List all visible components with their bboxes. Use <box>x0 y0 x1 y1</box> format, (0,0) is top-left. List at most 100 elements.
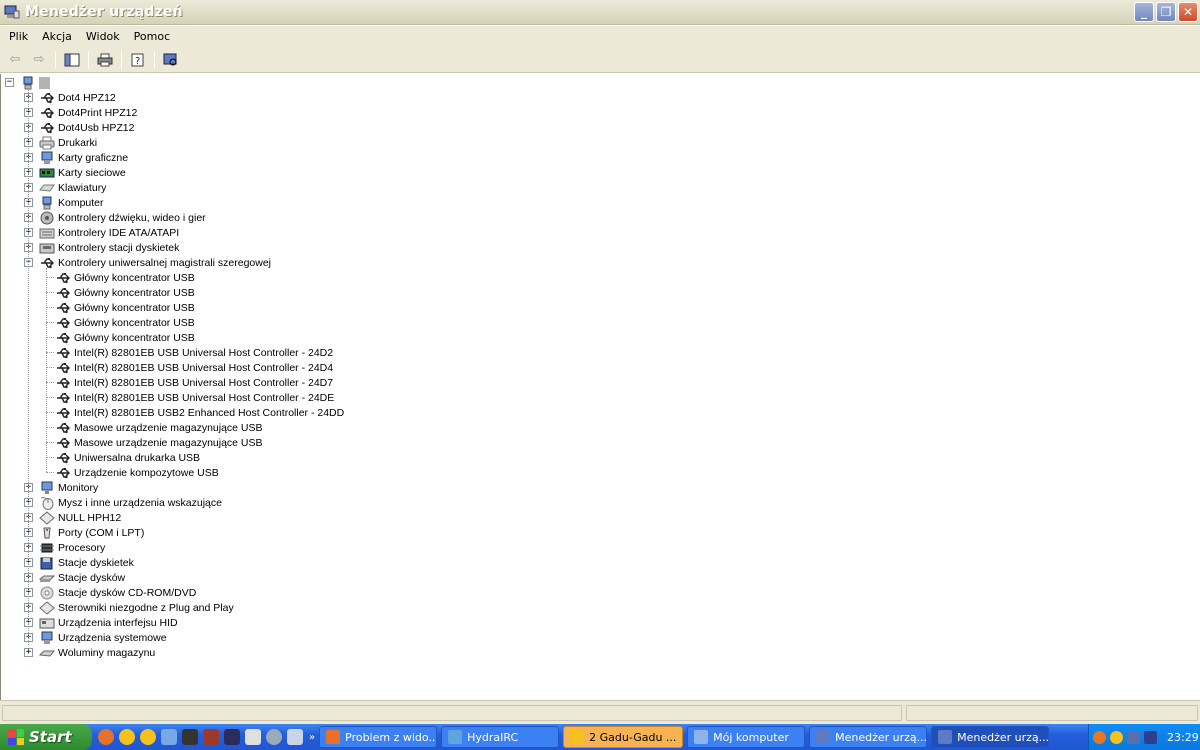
category-label: Kontrolery dźwięku, wideo i gier <box>58 211 206 224</box>
tree-category[interactable]: + Urządzenia systemowe <box>24 630 167 645</box>
close-button[interactable]: ✕ <box>1178 2 1198 22</box>
tree-connector <box>46 367 54 368</box>
tree-device[interactable]: Intel(R) 82801EB USB Universal Host Cont… <box>55 375 333 390</box>
taskbar-button[interactable]: Problem z wido... <box>319 726 438 748</box>
tree-device[interactable]: Masowe urządzenie magazynujące USB <box>55 420 263 435</box>
tree-connector <box>46 457 54 458</box>
tree-category[interactable]: + Mysz i inne urządzenia wskazujące <box>24 495 222 510</box>
status-bar <box>0 700 1200 724</box>
tree-device[interactable]: Główny koncentrator USB <box>55 330 195 345</box>
tree-device[interactable]: Masowe urządzenie magazynujące USB <box>55 435 263 450</box>
tree-connector <box>28 85 29 645</box>
minimize-button[interactable]: _ <box>1134 2 1154 22</box>
usb-icon <box>55 271 71 285</box>
tree-category[interactable]: + Karty sieciowe <box>24 165 126 180</box>
tree-category[interactable]: + Sterowniki niezgodne z Plug and Play <box>24 600 234 615</box>
start-button[interactable]: Start <box>0 724 92 750</box>
taskbar-button[interactable]: Menedżer urzą... <box>809 726 928 748</box>
gadu-gadu-icon[interactable] <box>140 729 156 745</box>
menu-file[interactable]: Plik <box>2 30 35 43</box>
tree-category[interactable]: + Kontrolery stacji dyskietek <box>24 240 179 255</box>
monitor-icon <box>39 481 55 495</box>
gadu-gadu-icon[interactable] <box>1110 730 1123 744</box>
taskbar-button[interactable]: HydraIRC <box>441 726 560 748</box>
tree-category[interactable]: + Kontrolery dźwięku, wideo i gier <box>24 210 206 225</box>
expand-icon[interactable]: + <box>24 648 33 657</box>
shield-icon[interactable] <box>1144 730 1157 744</box>
tree-device[interactable]: Intel(R) 82801EB USB Universal Host Cont… <box>55 390 334 405</box>
tree-device[interactable]: Intel(R) 82801EB USB Universal Host Cont… <box>55 345 333 360</box>
tree-category[interactable]: + Procesory <box>24 540 105 555</box>
tree-category[interactable]: + Komputer <box>24 195 104 210</box>
tree-category[interactable]: + Stacje dysków <box>24 570 125 585</box>
show-desktop-icon[interactable] <box>245 729 261 745</box>
chevron-right-icon[interactable]: » <box>309 732 315 743</box>
tree-category[interactable]: + Dot4Usb HPZ12 <box>24 120 134 135</box>
app-icon[interactable] <box>203 729 219 745</box>
chevron-left-icon[interactable] <box>1093 730 1106 744</box>
title-bar[interactable]: Menedżer urządzeń _ ❐ ✕ <box>0 0 1200 25</box>
save-icon[interactable] <box>224 729 240 745</box>
back-button[interactable]: ⇦ <box>4 49 26 71</box>
print-icon <box>97 53 113 66</box>
media-icon[interactable] <box>266 729 282 745</box>
device-label: Intel(R) 82801EB USB2 Enhanced Host Cont… <box>74 406 345 419</box>
clock[interactable]: 23:29 <box>1167 731 1199 744</box>
tree-device[interactable]: Główny koncentrator USB <box>55 285 195 300</box>
forward-button[interactable]: ⇨ <box>28 49 50 71</box>
show-hide-tree-button[interactable] <box>61 49 83 71</box>
tree-device[interactable]: Główny koncentrator USB <box>55 300 195 315</box>
restore-button[interactable]: ❐ <box>1156 2 1176 22</box>
device-label: Główny koncentrator USB <box>74 271 195 284</box>
toolbar-separator <box>121 50 122 69</box>
tree-device[interactable]: Uniwersalna drukarka USB <box>55 450 200 465</box>
tree-category[interactable]: + Drukarki <box>24 135 97 150</box>
tree-category[interactable]: + Kontrolery IDE ATA/ATAPI <box>24 225 179 240</box>
alien-icon[interactable] <box>182 729 198 745</box>
menu-action[interactable]: Akcja <box>35 30 79 43</box>
collapse-icon[interactable]: − <box>5 78 14 87</box>
network-icon[interactable] <box>287 729 303 745</box>
device-manager-icon <box>938 730 953 744</box>
toolbar-separator <box>55 50 56 69</box>
device-tree[interactable]: − + Dot4 HPZ12 + Dot4Print HPZ12 + Dot4Usb HPZ… <box>0 74 1200 700</box>
taskbar-button[interactable]: 2 Gadu-Gadu ... <box>563 726 684 748</box>
print-button[interactable] <box>94 49 116 71</box>
device-label: Uniwersalna drukarka USB <box>74 451 201 464</box>
menu-help[interactable]: Pomoc <box>127 30 177 43</box>
taskbar-button[interactable]: Mój komputer <box>687 726 806 748</box>
tree-connector <box>46 472 54 473</box>
minimize-icon: _ <box>1141 5 1147 19</box>
firefox-icon[interactable] <box>98 729 114 745</box>
taskbar-button[interactable]: Menedżer urzą... <box>931 726 1050 748</box>
tree-category[interactable]: + Dot4Print HPZ12 <box>24 105 137 120</box>
tree-category[interactable]: + Porty (COM i LPT) <box>24 525 144 540</box>
properties-button[interactable]: ? <box>127 49 149 71</box>
tree-category[interactable]: + Stacje dysków CD-ROM/DVD <box>24 585 196 600</box>
outlook-icon[interactable] <box>161 729 177 745</box>
taskbar: Start » Problem z wido... HydraIRC 2 Gadu-… <box>0 724 1200 750</box>
tree-category[interactable]: + Monitory <box>24 480 98 495</box>
tree-device[interactable]: Urządzenie kompozytowe USB <box>55 465 219 480</box>
usb-icon <box>55 331 71 345</box>
usb-icon <box>55 421 71 435</box>
category-label: Porty (COM i LPT) <box>58 526 145 539</box>
tree-device[interactable]: Intel(R) 82801EB USB2 Enhanced Host Cont… <box>55 405 344 420</box>
scan-hardware-button[interactable] <box>160 49 182 71</box>
tree-category[interactable]: + Karty graficzne <box>24 150 128 165</box>
gadu-gadu-icon[interactable] <box>119 729 135 745</box>
tree-category[interactable]: − Kontrolery uniwersalnej magistrali szer… <box>24 255 271 270</box>
tree-category[interactable]: + NULL HPH12 <box>24 510 121 525</box>
tree-device[interactable]: Główny koncentrator USB <box>55 315 195 330</box>
network-icon[interactable] <box>1127 730 1140 744</box>
tree-device[interactable]: Główny koncentrator USB <box>55 270 195 285</box>
tree-category[interactable]: + Urządzenia interfejsu HID <box>24 615 178 630</box>
tree-category[interactable]: + Stacje dyskietek <box>24 555 134 570</box>
tree-device[interactable]: Intel(R) 82801EB USB Universal Host Cont… <box>55 360 333 375</box>
tree-category[interactable]: + Dot4 HPZ12 <box>24 90 116 105</box>
tree-category[interactable]: + Klawiatury <box>24 180 106 195</box>
tree-category[interactable]: + Woluminy magazynu <box>24 645 155 660</box>
hydrairc-icon <box>448 730 463 744</box>
floppy-controller-icon <box>39 241 55 255</box>
menu-view[interactable]: Widok <box>79 30 127 43</box>
